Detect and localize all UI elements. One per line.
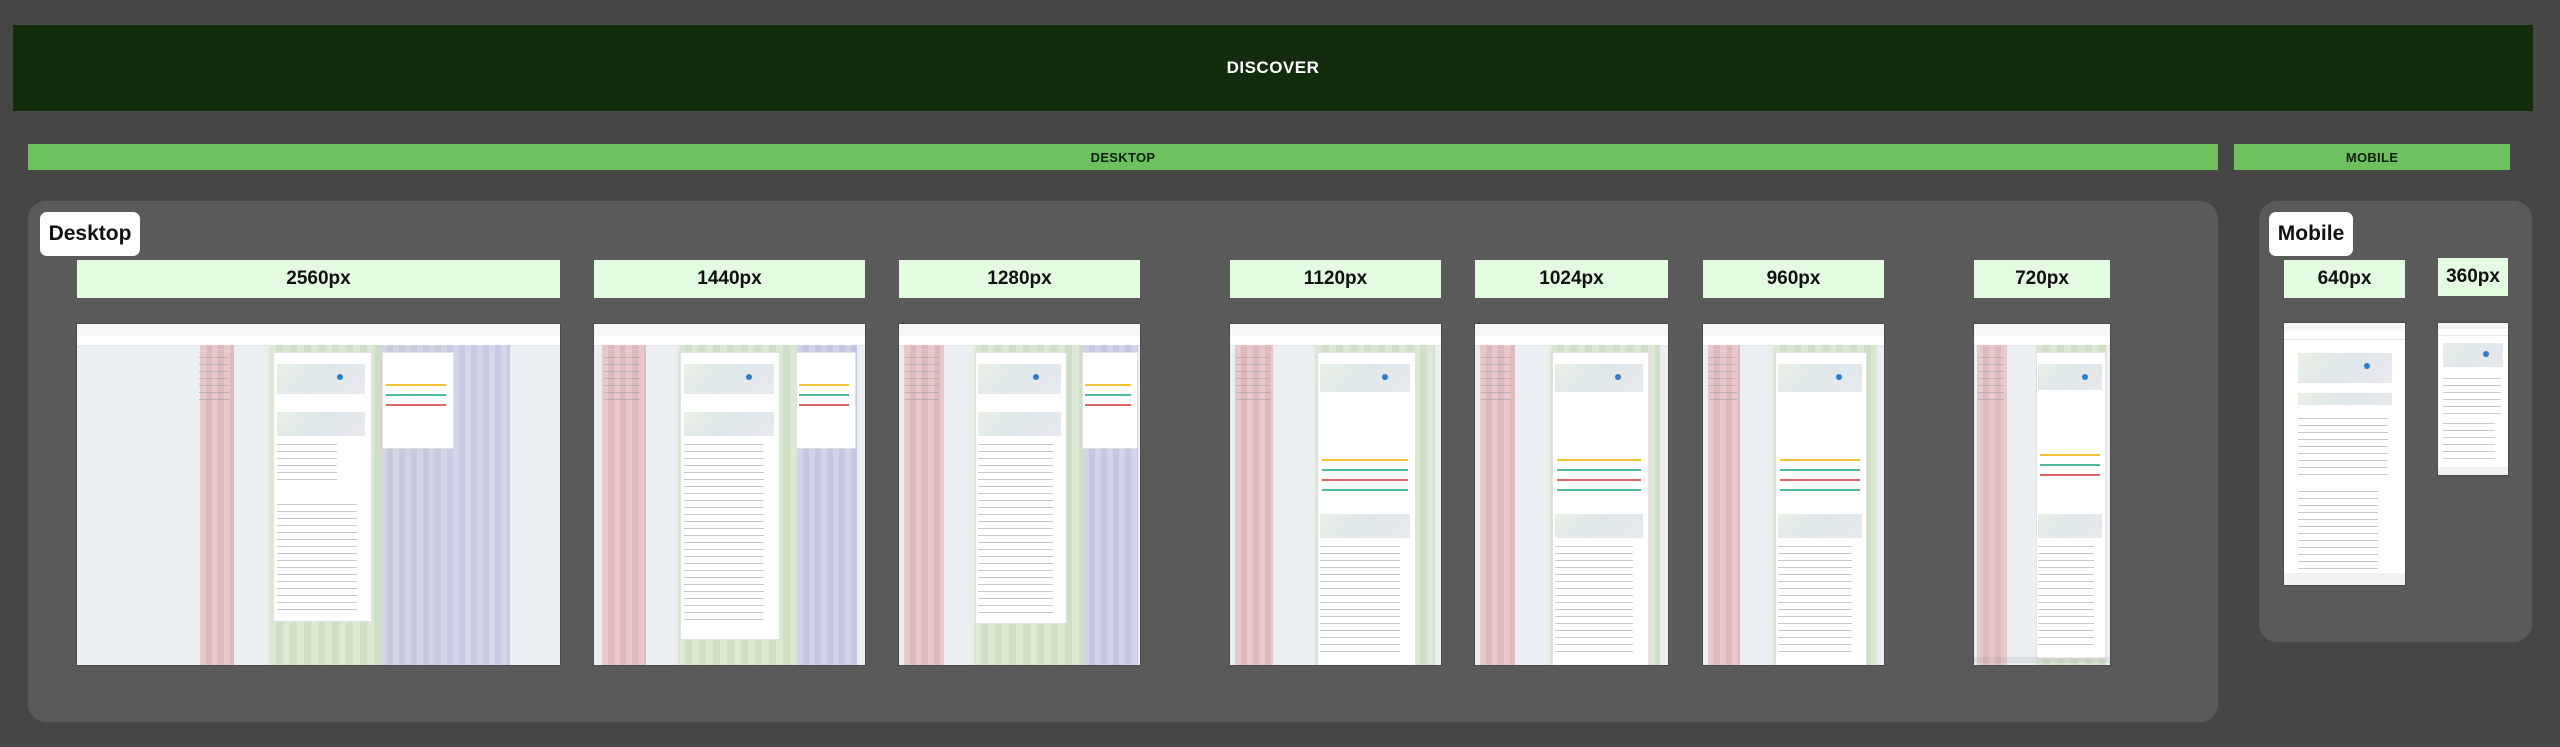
screen-preview-1440[interactable]	[594, 324, 865, 665]
mobile-frame-label-text: Mobile	[2277, 222, 2345, 245]
breakpoint-label-text: 640px	[2317, 268, 2372, 289]
desktop-frame-label-text: Desktop	[48, 222, 132, 245]
breakpoint-label-text: 1024px	[1539, 268, 1604, 289]
breakpoint-label-1280: 1280px	[899, 260, 1140, 298]
mobile-frame-label: Mobile	[2269, 212, 2353, 256]
screen-preview-1120[interactable]	[1230, 324, 1441, 665]
breakpoint-label-1120: 1120px	[1230, 260, 1441, 298]
breakpoint-label-720: 720px	[1974, 260, 2110, 298]
screen-preview-2560[interactable]	[77, 324, 560, 665]
breakpoint-label-640: 640px	[2284, 260, 2405, 298]
discover-banner: DISCOVER	[13, 25, 2533, 111]
breakpoint-label-text: 1280px	[987, 268, 1052, 289]
screen-preview-640[interactable]	[2284, 323, 2405, 585]
breakpoint-label-text: 1440px	[697, 268, 762, 289]
breakpoint-label-960: 960px	[1703, 260, 1884, 298]
breakpoint-label-text: 720px	[2015, 268, 2069, 289]
breakpoint-label-text: 360px	[2446, 266, 2500, 287]
screen-preview-360[interactable]	[2438, 323, 2508, 475]
breakpoint-label-text: 960px	[1766, 268, 1821, 289]
desktop-section-bar: DESKTOP	[28, 144, 2218, 170]
desktop-section-label: DESKTOP	[1090, 149, 1156, 165]
page-title: DISCOVER	[1226, 58, 1320, 77]
breakpoint-label-2560: 2560px	[77, 260, 560, 298]
screen-preview-1024[interactable]	[1475, 324, 1668, 665]
desktop-frame-label: Desktop	[40, 212, 140, 256]
breakpoint-label-1440: 1440px	[594, 260, 865, 298]
breakpoint-label-360: 360px	[2438, 258, 2508, 296]
screen-preview-720[interactable]	[1974, 324, 2110, 665]
breakpoint-label-1024: 1024px	[1475, 260, 1668, 298]
mobile-section-label: MOBILE	[2345, 149, 2399, 165]
mobile-section-bar: MOBILE	[2234, 144, 2510, 170]
screen-preview-1280[interactable]	[899, 324, 1140, 665]
breakpoint-label-text: 1120px	[1303, 268, 1368, 289]
screen-preview-960[interactable]	[1703, 324, 1884, 665]
breakpoint-label-text: 2560px	[286, 268, 351, 289]
